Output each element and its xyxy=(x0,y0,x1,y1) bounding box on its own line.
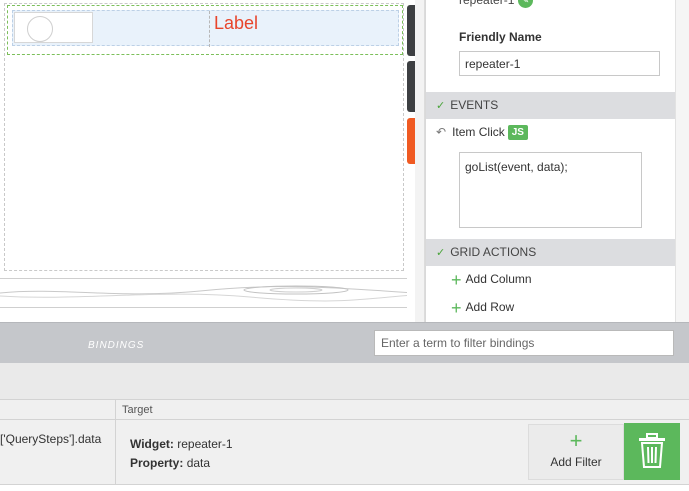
plus-icon: + xyxy=(569,428,583,453)
plus-icon: + xyxy=(451,297,462,318)
label-widget[interactable]: Label xyxy=(214,13,258,34)
edit-icon[interactable]: ✎ xyxy=(517,0,533,9)
column-divider xyxy=(115,400,116,421)
table-row[interactable]: ['QuerySteps'].data Widget: repeater-1 P… xyxy=(0,420,689,485)
binding-target: Widget: repeater-1 Property: data xyxy=(130,435,233,473)
plus-icon: + xyxy=(451,269,462,290)
event-item-click[interactable]: ↶ Item Click JS xyxy=(436,125,528,141)
friendly-name-label: Friendly Name xyxy=(459,30,542,44)
event-code-editor[interactable]: goList(event, data); xyxy=(459,152,642,228)
binding-source: ['QuerySteps'].data xyxy=(0,432,102,446)
repeater-widget[interactable]: Label xyxy=(4,3,404,271)
bindings-filter-input[interactable] xyxy=(374,330,674,356)
events-header-label: EVENTS xyxy=(450,98,499,112)
panel-splitter[interactable] xyxy=(415,0,425,322)
events-section-header[interactable]: ✓ EVENTS xyxy=(426,92,675,119)
canvas-footer-widget[interactable] xyxy=(0,278,407,308)
grid-actions-section-header[interactable]: ✓ GRID ACTIONS xyxy=(426,239,675,266)
target-column-header: Target xyxy=(122,404,153,416)
property-value: data xyxy=(186,456,211,470)
add-filter-label: Add Filter xyxy=(550,455,602,469)
arrow-left-icon: ↶ xyxy=(436,125,447,139)
widget-title-text: repeater-1 xyxy=(459,0,515,7)
bindings-title: BINDINGS xyxy=(88,340,145,351)
widget-title: repeater-1 ✎ xyxy=(459,0,533,9)
chevron-down-icon: ✓ xyxy=(436,100,446,112)
bindings-toolbar-area xyxy=(0,363,689,399)
binding-target-widget: Widget: repeater-1 xyxy=(130,435,233,454)
panel-toggle-tab[interactable] xyxy=(407,5,415,56)
add-filter-button[interactable]: + Add Filter xyxy=(528,424,624,480)
repeater-item-template[interactable]: Label xyxy=(7,5,403,55)
widget-key: Widget: xyxy=(130,437,174,451)
column-divider xyxy=(209,11,210,47)
binding-target-property: Property: data xyxy=(130,454,233,473)
add-row-button[interactable]: + Add Row xyxy=(451,299,515,317)
image-placeholder-icon xyxy=(27,16,53,42)
js-badge: JS xyxy=(507,125,528,141)
properties-panel: repeater-1 ✎ Friendly Name ✓ EVENTS ↶ Item… xyxy=(425,0,689,322)
add-column-label: Add Column xyxy=(465,272,532,286)
chevron-down-icon: ✓ xyxy=(436,247,446,259)
grid-actions-header-label: GRID ACTIONS xyxy=(450,245,537,259)
event-name: Item Click xyxy=(452,125,505,139)
bindings-header-bar: BINDINGS xyxy=(0,322,689,363)
property-key: Property: xyxy=(130,456,184,470)
properties-scrollbar[interactable] xyxy=(675,0,689,322)
delete-binding-button[interactable] xyxy=(624,423,680,480)
image-widget[interactable] xyxy=(14,12,93,43)
design-canvas[interactable]: Label xyxy=(0,0,407,322)
widget-value: repeater-1 xyxy=(177,437,233,451)
panel-toggle-tab-active[interactable] xyxy=(407,118,415,164)
column-divider xyxy=(115,420,116,485)
panel-toggle-tab[interactable] xyxy=(407,61,415,112)
friendly-name-input[interactable] xyxy=(459,51,660,76)
add-column-button[interactable]: + Add Column xyxy=(451,271,532,289)
trash-icon xyxy=(639,433,665,468)
repeater-item-cell: Label xyxy=(12,10,399,47)
add-row-label: Add Row xyxy=(465,300,515,314)
bottom-strip xyxy=(0,485,689,491)
bindings-table-header: Target xyxy=(0,399,689,421)
